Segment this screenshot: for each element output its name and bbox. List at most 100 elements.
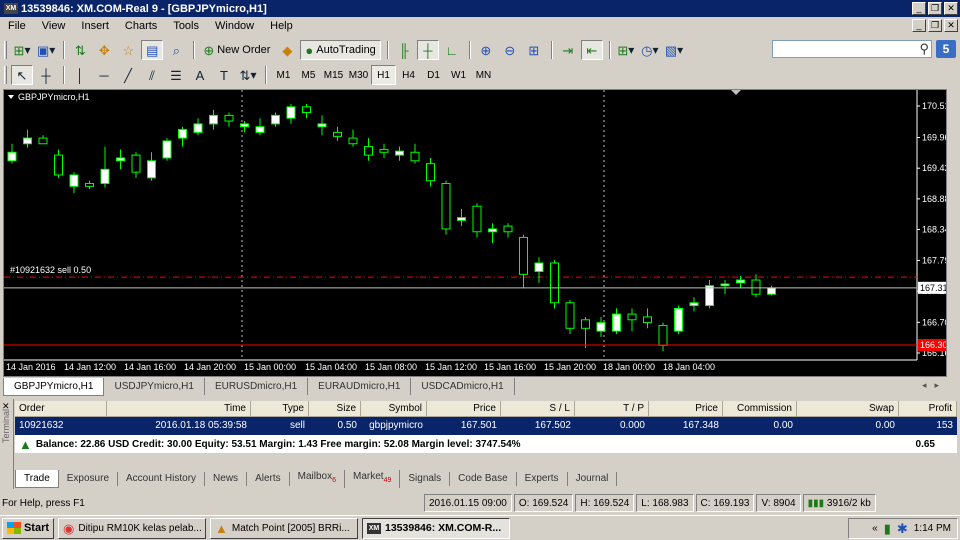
timeframe-h1[interactable]: H1 [371, 65, 396, 85]
chart-tab-euraud[interactable]: EURAUDmicro,H1 [308, 378, 412, 395]
mdi-restore-button[interactable]: ❐ [928, 19, 942, 32]
text-label-tool[interactable]: T [213, 65, 235, 85]
col-commission[interactable]: Commission [723, 401, 797, 417]
templates-button[interactable]: ▧ ▾ [663, 40, 685, 60]
tile-windows-button[interactable]: ⊞ [523, 40, 545, 60]
timeframe-mn[interactable]: MN [471, 65, 496, 85]
col-size[interactable]: Size [309, 401, 361, 417]
zoom-out-button[interactable]: ⊖ [499, 40, 521, 60]
search-input[interactable]: ⚲ [772, 40, 932, 58]
horizontal-line-tool[interactable]: ─ [93, 65, 115, 85]
taskbar-app-vlc[interactable]: ▲ Match Point [2005] BRRi... [210, 517, 358, 539]
timeframe-m5[interactable]: M5 [296, 65, 321, 85]
tab-code-base[interactable]: Code Base [450, 471, 517, 486]
tab-market[interactable]: Market49 [345, 469, 401, 488]
tab-experts[interactable]: Experts [517, 471, 568, 486]
market-watch-button[interactable]: ⇅ [69, 40, 91, 60]
indicators-button[interactable]: ⊞ ▾ [615, 40, 637, 60]
line-chart-button[interactable]: ∟ [441, 40, 463, 60]
tab-journal[interactable]: Journal [568, 471, 618, 486]
tab-signals[interactable]: Signals [400, 471, 451, 486]
timeframe-d1[interactable]: D1 [421, 65, 446, 85]
tab-account-history[interactable]: Account History [118, 471, 206, 486]
col-type[interactable]: Type [251, 401, 309, 417]
tab-trade[interactable]: Trade [15, 469, 59, 488]
channel-tool[interactable]: ⫽ [141, 65, 163, 85]
autotrading-button[interactable]: ● AutoTrading [300, 40, 381, 60]
menu-view[interactable]: View [34, 17, 74, 36]
col-order[interactable]: Order [15, 401, 107, 417]
navigator-button[interactable]: ✥ [93, 40, 115, 60]
candlestick-button[interactable]: ┼ [416, 40, 439, 60]
terminal-button[interactable]: ▤ [141, 40, 164, 60]
chart-tab-gbpjpy[interactable]: GBPJPYmicro,H1 [3, 378, 105, 396]
col-current-price[interactable]: Price [649, 401, 723, 417]
chart-tab-usdcad[interactable]: USDCADmicro,H1 [411, 378, 515, 395]
timeframe-h4[interactable]: H4 [396, 65, 421, 85]
toolbar-separator [193, 41, 196, 59]
chart-tab-eurusd[interactable]: EURUSDmicro,H1 [205, 378, 309, 395]
zoom-in-button[interactable]: ⊕ [475, 40, 497, 60]
col-swap[interactable]: Swap [797, 401, 899, 417]
price-chart[interactable]: 170.515 169.960 169.420 168.880 168.340 167.7… [4, 90, 946, 376]
menu-tools[interactable]: Tools [165, 17, 207, 36]
vertical-line-tool[interactable]: │ [69, 65, 91, 85]
col-symbol[interactable]: Symbol [361, 401, 427, 417]
bar-chart-button[interactable]: ╟ [393, 40, 415, 60]
candle-body [240, 123, 249, 128]
start-button[interactable]: Start [2, 517, 54, 539]
table-row[interactable]: 10921632 2016.01.18 05:39:58 sell 0.50 g… [15, 417, 957, 435]
menu-insert[interactable]: Insert [73, 17, 117, 36]
col-price[interactable]: Price [427, 401, 501, 417]
clock[interactable]: 1:14 PM [914, 523, 951, 534]
timeframe-w1[interactable]: W1 [446, 65, 471, 85]
tab-news[interactable]: News [205, 471, 248, 486]
timeframe-m15[interactable]: M15 [321, 65, 346, 85]
menu-file[interactable]: File [0, 17, 34, 36]
menu-window[interactable]: Window [207, 17, 262, 36]
taskbar-app-chrome[interactable]: ◉ Ditipu RM10K kelas pelab... [58, 517, 206, 539]
help-badge[interactable]: 5 [936, 40, 956, 58]
taskbar-app-metatrader[interactable]: XM 13539846: XM.COM-R... [362, 517, 510, 539]
menu-charts[interactable]: Charts [117, 17, 165, 36]
cursor-tool[interactable]: ↖ [11, 65, 33, 85]
col-sl[interactable]: S / L [501, 401, 575, 417]
strategy-tester-button[interactable]: ⌕ [165, 40, 187, 60]
chart-shift-button[interactable]: ⇤ [580, 40, 603, 60]
mdi-close-button[interactable]: ✕ [944, 19, 958, 32]
line-chart-icon: ∟ [445, 42, 459, 58]
trendline-tool[interactable]: ╱ [117, 65, 139, 85]
crosshair-tool[interactable]: ┼ [35, 65, 57, 85]
tab-alerts[interactable]: Alerts [247, 471, 290, 486]
col-time[interactable]: Time [107, 401, 251, 417]
close-button[interactable]: ✕ [944, 2, 958, 15]
profiles-button[interactable]: ▣ ▾ [35, 40, 57, 60]
chart-tab-usdjpy[interactable]: USDJPYmicro,H1 [104, 378, 205, 395]
col-tp[interactable]: T / P [575, 401, 649, 417]
candle-body [519, 236, 528, 275]
chart-window[interactable]: 170.515 169.960 169.420 168.880 168.340 167.7… [3, 89, 947, 377]
periods-button[interactable]: ◷ ▾ [639, 40, 661, 60]
candle [395, 146, 404, 161]
arrows-tool[interactable]: ⇅ ▾ [237, 65, 259, 85]
bluetooth-icon[interactable]: ✱ [897, 522, 908, 535]
new-chart-button[interactable]: ⊞ ▾ [11, 40, 33, 60]
timeframe-m1[interactable]: M1 [271, 65, 296, 85]
timeframe-m30[interactable]: M30 [346, 65, 371, 85]
mdi-minimize-button[interactable]: _ [912, 19, 926, 32]
restore-button[interactable]: ❐ [928, 2, 942, 15]
col-profit[interactable]: Profit [899, 401, 957, 417]
tray-expand-icon[interactable]: « [872, 523, 878, 534]
autoscroll-button[interactable]: ⇥ [557, 40, 579, 60]
network-icon[interactable]: ▮ [884, 522, 891, 535]
tab-scroll-arrows[interactable]: ◂▸ [922, 380, 947, 391]
tab-mailbox[interactable]: Mailbox6 [290, 469, 345, 488]
data-window-button[interactable]: ☆ [117, 40, 139, 60]
fibonacci-tool[interactable]: ☰ [165, 65, 187, 85]
new-order-button[interactable]: ⊕ New Order [199, 40, 274, 60]
menu-help[interactable]: Help [262, 17, 301, 36]
minimize-button[interactable]: _ [912, 2, 926, 15]
metaeditor-button[interactable]: ◆ [276, 40, 298, 60]
text-tool[interactable]: A [189, 65, 211, 85]
tab-exposure[interactable]: Exposure [59, 471, 119, 486]
